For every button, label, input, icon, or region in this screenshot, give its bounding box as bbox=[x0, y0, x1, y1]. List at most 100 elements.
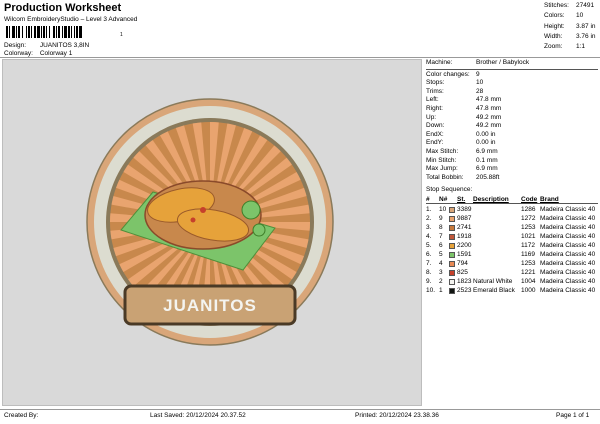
needle-number: 10 bbox=[439, 206, 447, 213]
stitch-count: 794 bbox=[457, 260, 468, 267]
stitch-count: 1823 bbox=[457, 278, 472, 285]
stat-stitches: Stitches: 27491 bbox=[544, 2, 595, 9]
stitch-count: 3389 bbox=[457, 206, 472, 213]
thread-code: 1000 bbox=[521, 287, 536, 294]
thread-color-swatch bbox=[449, 252, 455, 258]
stitch-count: 1591 bbox=[457, 251, 472, 258]
last-saved-value: 20/12/2024 20.37.52 bbox=[186, 412, 246, 419]
design-stats: Stitches: 27491 Colors: 10 Height: 3.87 in … bbox=[544, 2, 600, 53]
info-divider bbox=[426, 68, 598, 70]
col-stop: # bbox=[426, 196, 430, 203]
col-code: Code bbox=[521, 196, 538, 203]
colorway-row: Colorway: Colorway 1 bbox=[4, 50, 72, 57]
sequence-row: 9. 2 1823 Natural White 1004 Madeira Classic … bbox=[426, 278, 598, 287]
footer-printed: Printed: 20/12/2024 23.38.36 bbox=[355, 412, 439, 419]
thread-code: 1221 bbox=[521, 269, 536, 276]
thread-brand: Madeira Classic 40 bbox=[540, 260, 596, 267]
stop-sequence-title: Stop Sequence: bbox=[426, 186, 473, 193]
thread-brand: Madeira Classic 40 bbox=[540, 278, 596, 285]
stat-colors: Colors: 10 bbox=[544, 12, 584, 20]
needle-number: 3 bbox=[439, 269, 443, 276]
lime bbox=[241, 200, 261, 220]
thread-brand: Madeira Classic 40 bbox=[540, 215, 596, 222]
stitch-count: 2741 bbox=[457, 224, 472, 231]
sequence-row: 4. 7 1918 1021 Madeira Classic 40 bbox=[426, 233, 598, 242]
thread-brand: Madeira Classic 40 bbox=[540, 251, 596, 258]
needle-number: 1 bbox=[439, 287, 443, 294]
thread-code: 1004 bbox=[521, 278, 536, 285]
stop-number: 10. bbox=[426, 287, 436, 294]
stop-number: 4. bbox=[426, 233, 432, 240]
col-description: Description bbox=[473, 196, 509, 203]
info-stops: Stops: 10 bbox=[426, 79, 484, 87]
info-max-stitch: Max Stitch: 6.9 mm bbox=[426, 147, 498, 155]
colorway-label: Colorway: bbox=[4, 50, 33, 57]
needle-number: 5 bbox=[439, 251, 443, 258]
info-down: Down: 49.2 mm bbox=[426, 122, 502, 130]
last-saved-label: Last Saved: bbox=[150, 412, 185, 419]
info-min-stitch: Min Stitch: 0.1 mm bbox=[426, 156, 498, 164]
software-subtitle: Wilcom EmbroideryStudio – Level 3 Advanc… bbox=[4, 16, 138, 23]
sequence-row: 3. 8 2741 1253 Madeira Classic 40 bbox=[426, 224, 598, 233]
stitch-count: 1918 bbox=[457, 233, 472, 240]
page-number: Page 1 of 1 bbox=[556, 412, 590, 419]
stop-number: 1. bbox=[426, 206, 432, 213]
topping bbox=[200, 207, 206, 213]
thread-color-swatch bbox=[449, 225, 455, 231]
thread-color-swatch bbox=[449, 216, 455, 222]
design-label: Design: bbox=[4, 42, 27, 49]
sequence-row: 8. 3 825 1221 Madeira Classic 40 bbox=[426, 269, 598, 278]
lime bbox=[252, 223, 266, 237]
col-stitches: St. bbox=[457, 196, 466, 203]
thread-code: 1253 bbox=[521, 224, 536, 231]
thread-brand: Madeira Classic 40 bbox=[540, 224, 596, 231]
thread-code: 1021 bbox=[521, 233, 536, 240]
header-divider bbox=[0, 57, 600, 58]
thread-code: 1172 bbox=[521, 242, 535, 249]
embroidery-design: JUANITOS bbox=[86, 98, 334, 346]
info-endx: EndX: 0.00 in bbox=[426, 130, 496, 138]
design-value: JUANITOS 3,8IN bbox=[39, 42, 90, 49]
needle-number: 6 bbox=[439, 242, 443, 249]
info-max-jump: Max Jump: 6.9 mm bbox=[426, 165, 498, 173]
barcode-number: 1 bbox=[120, 32, 123, 38]
stitch-count: 2523 bbox=[457, 287, 472, 294]
color-description: Emerald Black bbox=[473, 287, 515, 294]
col-brand: Brand bbox=[540, 196, 559, 203]
col-needle: N# bbox=[439, 196, 448, 203]
info-trims: Trims: 28 bbox=[426, 87, 484, 95]
thread-color-swatch bbox=[449, 243, 455, 249]
sequence-row: 6. 5 1591 1169 Madeira Classic 40 bbox=[426, 251, 598, 260]
needle-number: 8 bbox=[439, 224, 443, 231]
thread-brand: Madeira Classic 40 bbox=[540, 242, 596, 249]
banner-text: JUANITOS bbox=[163, 296, 257, 315]
thread-code: 1272 bbox=[521, 215, 536, 222]
topping bbox=[190, 217, 196, 223]
thread-color-swatch bbox=[449, 261, 455, 267]
colorway-value: Colorway 1 bbox=[39, 50, 73, 57]
thread-color-swatch bbox=[449, 270, 455, 276]
thread-color-swatch bbox=[449, 207, 455, 213]
stop-number: 9. bbox=[426, 278, 432, 285]
stat-height: Height: 3.87 in bbox=[544, 22, 596, 30]
stop-number: 7. bbox=[426, 260, 432, 267]
footer-last-saved: Last Saved: 20/12/2024 20.37.52 bbox=[150, 412, 246, 419]
printed-label: Printed: bbox=[355, 412, 378, 419]
thread-color-swatch bbox=[449, 288, 455, 294]
stop-sequence-header: # N# St. Description Code Brand bbox=[426, 196, 598, 204]
needle-number: 2 bbox=[439, 278, 443, 285]
sequence-row: 1. 10 3389 1286 Madeira Classic 40 bbox=[426, 206, 598, 215]
thread-color-swatch bbox=[449, 234, 455, 240]
thread-brand: Madeira Classic 40 bbox=[540, 206, 596, 213]
info-right: Right: 47.8 mm bbox=[426, 104, 502, 112]
footer-divider bbox=[0, 409, 600, 410]
sequence-row: 10. 1 2523 Emerald Black 1000 Madeira Classic… bbox=[426, 287, 598, 296]
info-up: Up: 49.2 mm bbox=[426, 113, 502, 121]
info-color-changes: Color changes: 9 bbox=[426, 70, 480, 78]
needle-number: 9 bbox=[439, 215, 443, 222]
info-total-bobbin: Total Bobbin: 205.88ft bbox=[426, 173, 500, 181]
info-left: Left: 47.8 mm bbox=[426, 96, 502, 104]
stitch-count: 2200 bbox=[457, 242, 472, 249]
stop-number: 5. bbox=[426, 242, 432, 249]
stat-width: Width: 3.76 in bbox=[544, 32, 596, 40]
